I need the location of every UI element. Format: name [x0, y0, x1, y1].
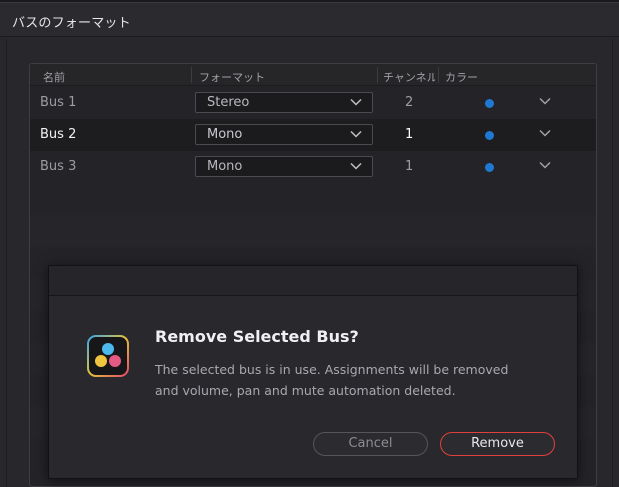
- format-select[interactable]: Stereo: [195, 92, 373, 113]
- column-divider[interactable]: [377, 67, 378, 83]
- table-header: 名前 フォーマット チャンネル カラー: [30, 64, 596, 86]
- chevron-down-icon: [350, 98, 362, 106]
- bus-name: Bus 3: [40, 159, 77, 174]
- format-value: Mono: [207, 127, 243, 142]
- remove-button[interactable]: Remove: [440, 432, 555, 456]
- chevron-down-icon[interactable]: [539, 129, 551, 138]
- column-divider[interactable]: [438, 67, 439, 83]
- column-divider[interactable]: [191, 67, 192, 83]
- empty-row: [30, 215, 596, 247]
- format-select[interactable]: Mono: [195, 156, 373, 177]
- chevron-down-icon[interactable]: [539, 97, 551, 106]
- window-title: バスのフォーマット: [12, 16, 131, 31]
- column-header-name[interactable]: 名前: [43, 69, 65, 85]
- table-row[interactable]: Bus 3 Mono 1: [30, 151, 596, 183]
- bus-name: Bus 2: [40, 127, 77, 142]
- chevron-down-icon[interactable]: [539, 161, 551, 170]
- dialog-message: The selected bus is in use. Assignments …: [155, 362, 509, 398]
- color-dot[interactable]: [485, 163, 494, 172]
- column-header-channels[interactable]: チャンネル: [383, 69, 435, 85]
- column-header-format[interactable]: フォーマット: [199, 69, 265, 85]
- chevron-down-icon: [350, 130, 362, 138]
- cancel-button[interactable]: Cancel: [313, 432, 428, 456]
- dialog-title: Remove Selected Bus?: [155, 327, 359, 346]
- table-row[interactable]: Bus 1 Stereo 2: [30, 87, 596, 119]
- color-dot[interactable]: [485, 131, 494, 140]
- chevron-down-icon: [350, 162, 362, 170]
- titlebar: バスのフォーマット: [0, 3, 619, 37]
- dialog-header[interactable]: [49, 266, 577, 296]
- format-select[interactable]: Mono: [195, 124, 373, 145]
- format-value: Stereo: [207, 95, 250, 110]
- remove-bus-dialog: Remove Selected Bus? The selected bus is…: [48, 265, 578, 479]
- color-dot[interactable]: [485, 99, 494, 108]
- column-header-color[interactable]: カラー: [445, 69, 478, 85]
- format-value: Mono: [207, 159, 243, 174]
- channel-count: 2: [405, 95, 414, 110]
- table-row[interactable]: Bus 2 Mono 1: [30, 119, 596, 151]
- channel-count: 1: [405, 159, 414, 174]
- bus-name: Bus 1: [40, 95, 77, 110]
- channel-count: 1: [405, 127, 414, 142]
- davinci-resolve-icon: [87, 335, 129, 377]
